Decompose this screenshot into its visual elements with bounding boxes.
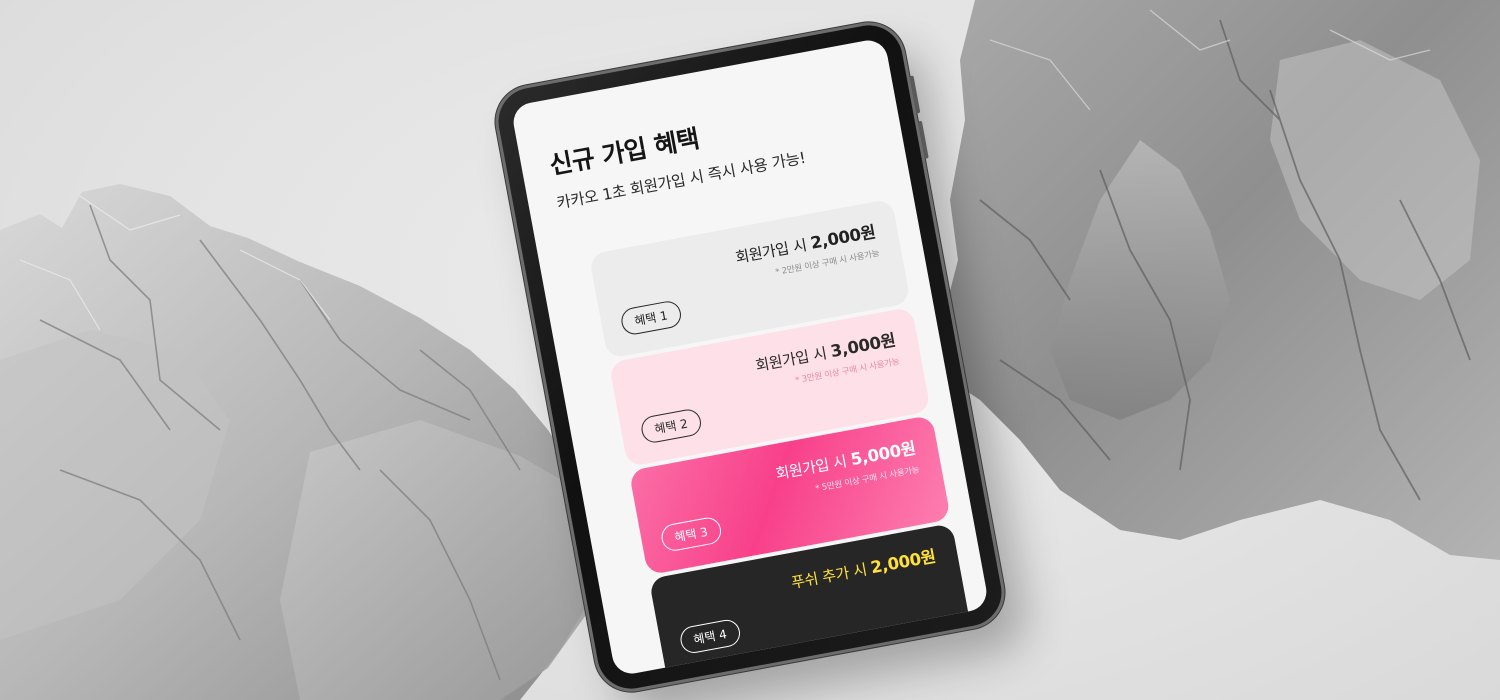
tablet-device: 신규 가입 혜택 카카오 1초 회원가입 시 즉시 사용 가능! 회원가입 시 … [492,19,1008,695]
benefit-badge: 혜택 4 [678,617,742,656]
volume-button-lower [917,120,929,159]
benefit-amount-prefix: 푸쉬 추가 시 [789,559,873,593]
benefit-badge: 혜택 3 [659,515,723,553]
volume-button [909,75,921,114]
benefit-badge: 혜택 1 [619,299,683,337]
tablet-screen: 신규 가입 혜택 카카오 1초 회원가입 시 즉시 사용 가능! 회원가입 시 … [510,37,990,677]
benefit-badge: 혜택 2 [639,407,703,445]
benefit-amount: 푸쉬 추가 시 2,000원 [789,543,937,593]
benefit-amount-value: 2,000원 [869,546,938,578]
